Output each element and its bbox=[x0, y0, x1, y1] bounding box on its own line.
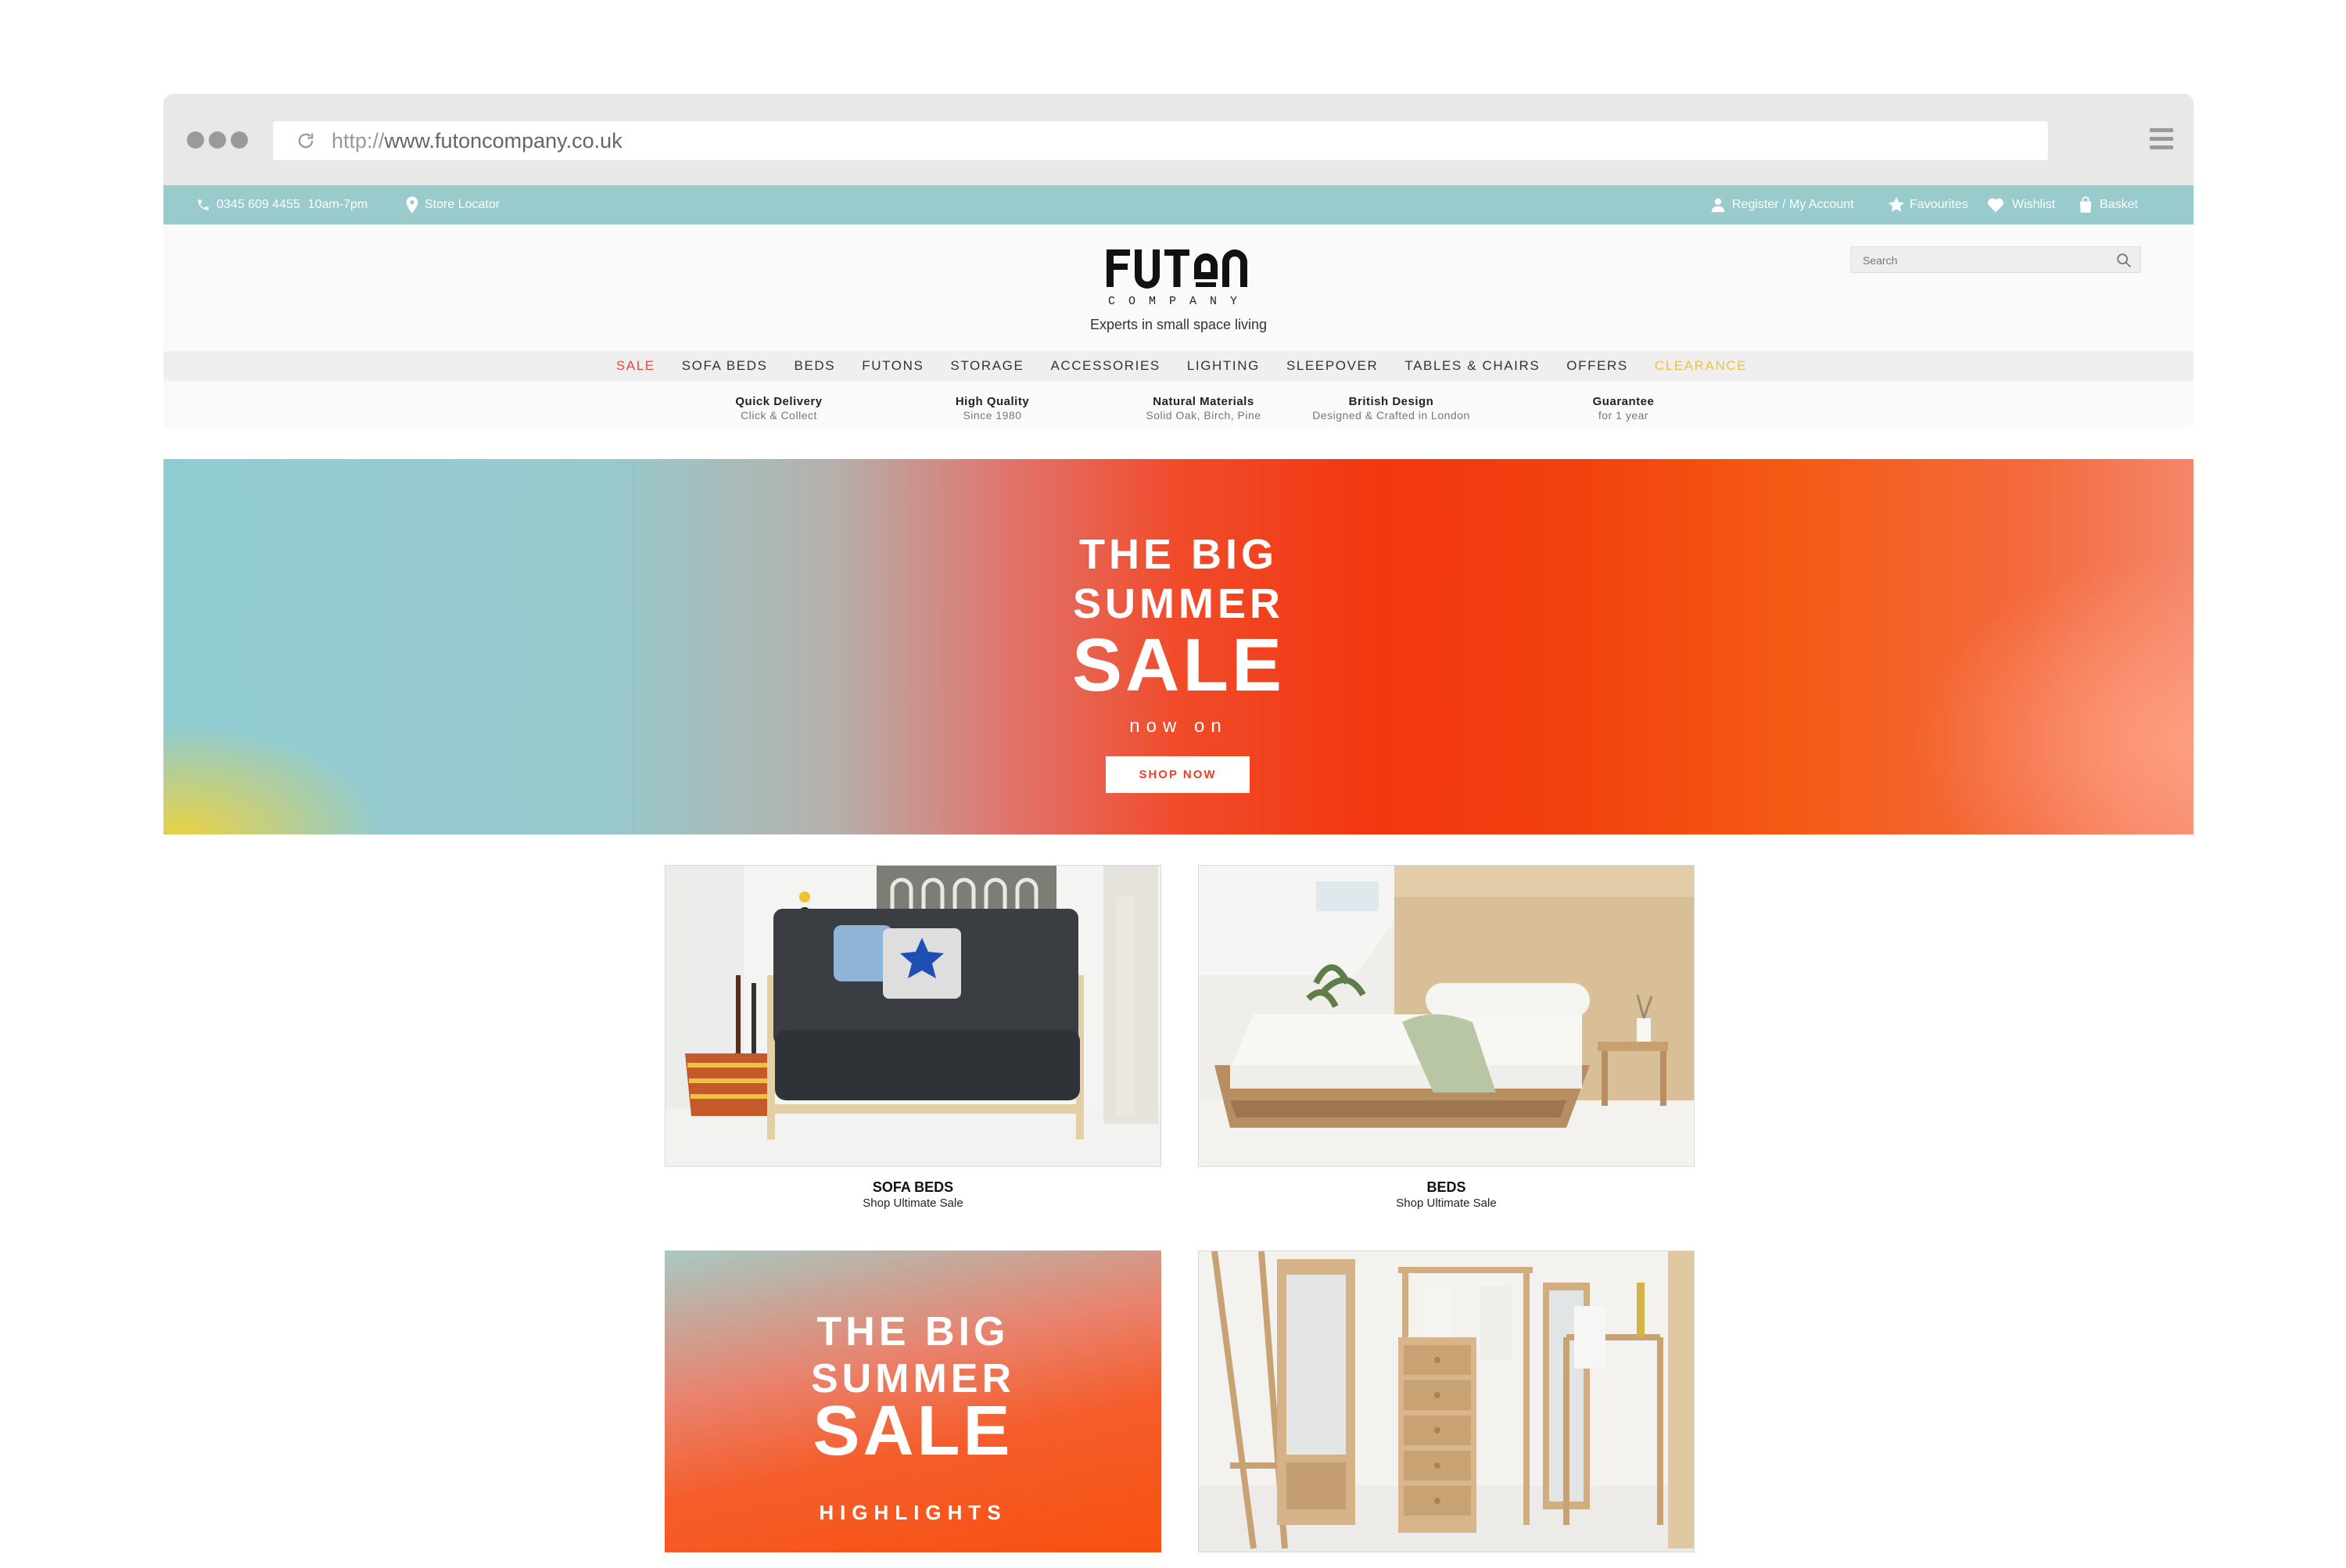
nav-item-futons[interactable]: FUTONS bbox=[862, 358, 924, 374]
phone-link[interactable]: 0345 609 4455 10am-7pm bbox=[196, 185, 368, 224]
card-title[interactable]: SOFA BEDS bbox=[665, 1179, 1161, 1196]
url-text[interactable]: http://www.futoncompany.co.uk bbox=[332, 129, 622, 153]
favourites-link[interactable]: Favourites bbox=[1888, 185, 1968, 224]
search-placeholder: Search bbox=[1863, 254, 1898, 267]
usp-quality: High Quality Since 1980 bbox=[955, 395, 1030, 422]
storage-card[interactable] bbox=[1198, 1250, 1695, 1552]
wishlist-link[interactable]: Wishlist bbox=[1987, 185, 2055, 224]
utility-bar: 0345 609 4455 10am-7pm Store Locator Reg… bbox=[163, 185, 2194, 224]
shop-now-button[interactable]: SHOP NOW bbox=[1106, 756, 1250, 793]
account-label: Register / My Account bbox=[1732, 198, 1854, 211]
hero-subtitle: now on bbox=[1129, 716, 1228, 737]
promo-line-4: HIGHLIGHTS bbox=[819, 1501, 1007, 1524]
beds-card[interactable] bbox=[1198, 865, 1695, 1167]
account-link[interactable]: Register / My Account bbox=[1710, 185, 1854, 224]
sofa-beds-caption[interactable]: SOFA BEDS Shop Ultimate Sale bbox=[665, 1179, 1161, 1210]
window-dot-icon[interactable] bbox=[209, 131, 226, 149]
summer-sale-highlights-tile[interactable]: THE BIG SUMMER SALE HIGHLIGHTS bbox=[665, 1250, 1161, 1552]
promo-line-1: THE BIG bbox=[816, 1309, 1010, 1355]
window-dot-icon[interactable] bbox=[231, 131, 248, 149]
nav-item-sleepover[interactable]: SLEEPOVER bbox=[1286, 358, 1378, 374]
address-bar[interactable]: http://www.futoncompany.co.uk bbox=[273, 121, 2048, 160]
hero-line-1: THE BIG bbox=[1078, 531, 1278, 578]
browser-chrome: http://www.futoncompany.co.uk bbox=[163, 94, 2194, 185]
favourites-label: Favourites bbox=[1910, 198, 1968, 211]
hero-line-3: SALE bbox=[1071, 623, 1286, 707]
star-icon bbox=[1888, 196, 1905, 212]
user-icon bbox=[1711, 198, 1725, 213]
opening-hours: 10am-7pm bbox=[307, 198, 368, 211]
nav-item-storage[interactable]: STORAGE bbox=[950, 358, 1024, 374]
basket-label: Basket bbox=[2100, 198, 2138, 211]
nav-item-clearance[interactable]: CLEARANCE bbox=[1655, 358, 1747, 374]
usp-strip: Quick Delivery Click & Collect High Qual… bbox=[163, 381, 2194, 428]
beds-caption[interactable]: BEDS Shop Ultimate Sale bbox=[1198, 1179, 1695, 1210]
reload-icon[interactable] bbox=[295, 130, 317, 152]
browser-window: http://www.futoncompany.co.uk 0345 609 4… bbox=[163, 94, 2194, 1568]
hero-banner[interactable]: THE BIG SUMMER SALE now on SHOP NOW bbox=[163, 459, 2194, 834]
search-input[interactable]: Search bbox=[1850, 246, 2141, 273]
sofa-beds-card[interactable] bbox=[665, 865, 1161, 1167]
site-header: COMPANY Experts in small space living Se… bbox=[163, 224, 2194, 351]
nav-item-offers[interactable]: OFFERS bbox=[1566, 358, 1628, 374]
logo-subtitle: COMPANY bbox=[1107, 295, 1250, 308]
storage-furniture-image bbox=[1199, 1251, 1694, 1552]
wishlist-label: Wishlist bbox=[2012, 198, 2056, 211]
nav-item-accessories[interactable]: ACCESSORIES bbox=[1050, 358, 1160, 374]
nav-item-sofa-beds[interactable]: SOFA BEDS bbox=[682, 358, 768, 374]
futon-company-logo[interactable] bbox=[1103, 246, 1252, 290]
search-icon[interactable] bbox=[2115, 252, 2133, 269]
sofa-bed-image bbox=[665, 866, 1160, 1166]
main-nav: SALE SOFA BEDS BEDS FUTONS STORAGE ACCESSORIE… bbox=[163, 351, 2194, 381]
bed-image bbox=[1199, 866, 1694, 1166]
nav-item-beds[interactable]: BEDS bbox=[795, 358, 836, 374]
menu-icon[interactable] bbox=[2150, 128, 2173, 152]
tagline: Experts in small space living bbox=[1089, 317, 1268, 332]
nav-item-sale[interactable]: SALE bbox=[616, 358, 655, 374]
store-locator-label: Store Locator bbox=[425, 198, 500, 211]
card-title[interactable]: BEDS bbox=[1198, 1179, 1695, 1196]
card-subtitle[interactable]: Shop Ultimate Sale bbox=[1198, 1197, 1695, 1210]
promo-line-3: SALE bbox=[812, 1392, 1013, 1470]
phone-icon bbox=[198, 199, 209, 210]
location-pin-icon bbox=[406, 196, 418, 213]
usp-guarantee: Guarantee for 1 year bbox=[1592, 395, 1655, 422]
usp-design: British Design Designed & Crafted in Lon… bbox=[1312, 395, 1470, 422]
basket-link[interactable]: Basket bbox=[2079, 185, 2138, 224]
phone-number: 0345 609 4455 bbox=[217, 198, 300, 211]
card-subtitle[interactable]: Shop Ultimate Sale bbox=[665, 1197, 1161, 1210]
usp-delivery: Quick Delivery Click & Collect bbox=[735, 395, 823, 422]
window-dot-icon[interactable] bbox=[187, 131, 204, 149]
hero-headline: THE BIG SUMMER SALE now on bbox=[1063, 529, 1294, 737]
nav-item-lighting[interactable]: LIGHTING bbox=[1187, 358, 1260, 374]
shopping-bag-icon bbox=[2079, 196, 2092, 213]
store-locator-link[interactable]: Store Locator bbox=[406, 185, 500, 224]
hero-line-2: SUMMER bbox=[1073, 580, 1284, 627]
heart-icon bbox=[1988, 198, 2003, 213]
nav-item-tables-chairs[interactable]: TABLES & CHAIRS bbox=[1404, 358, 1540, 374]
